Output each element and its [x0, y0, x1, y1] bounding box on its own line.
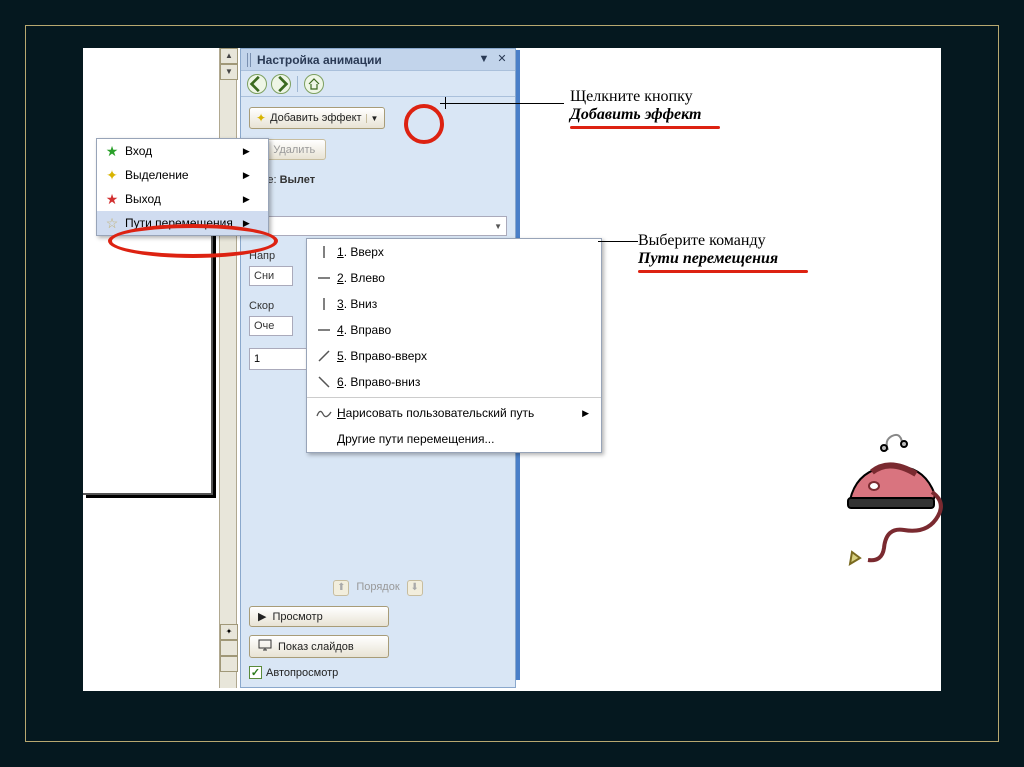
autopreview-label: Автопросмотр — [266, 667, 338, 679]
slideshow-button[interactable]: Показ слайдов — [249, 635, 389, 658]
add-effect-menu: ★ Вход ▶ ✦ Выделение ▶ ★ Выход ▶ ☆ Пути … — [96, 138, 269, 236]
begin-label: ло: — [249, 200, 507, 212]
menu-item-label: Вход — [123, 144, 233, 158]
menu-item-emphasis[interactable]: ✦ Выделение ▶ — [97, 163, 268, 187]
change-label: ение: Вылет — [249, 174, 507, 186]
preview-label: Просмотр — [272, 611, 322, 623]
submenu-item-right[interactable]: 4. Вправо — [307, 317, 601, 343]
path-left-icon — [311, 272, 337, 284]
star-green-icon: ★ — [101, 143, 123, 160]
submenu-arrow-icon: ▶ — [582, 408, 589, 419]
submenu-item-custom-path[interactable]: Нарисовать пользовательский путь ▶ — [307, 400, 601, 426]
star-icon: ✦ — [256, 111, 266, 125]
prev-slide-button[interactable]: ✦ — [220, 624, 238, 640]
star-yellow-icon: ✦ — [101, 167, 123, 184]
seq-number: 1 — [254, 353, 260, 365]
menu-item-label: Выделение — [123, 168, 233, 182]
menu-item-label: Выход — [123, 192, 233, 206]
add-effect-label: Добавить эффект — [270, 112, 361, 124]
submenu-label: 6. Вправо-вниз — [337, 375, 420, 389]
submenu-item-down[interactable]: 3. Вниз — [307, 291, 601, 317]
menu-item-motion-paths[interactable]: ☆ Пути перемещения ▶ — [97, 211, 268, 235]
motion-paths-submenu: 1. Вверх 2. Влево 3. Вниз 4. Вправо 5. В… — [306, 238, 602, 453]
pane-close-button[interactable]: ✕ — [495, 53, 509, 67]
submenu-item-more-paths[interactable]: Другие пути перемещения... — [307, 426, 601, 452]
nav-button[interactable] — [220, 656, 238, 672]
grip-icon — [247, 53, 253, 67]
star-red-icon: ★ — [101, 191, 123, 208]
order-label: Порядок — [356, 581, 399, 593]
submenu-item-up-right[interactable]: 5. Вправо-вверх — [307, 343, 601, 369]
path-down-icon — [311, 296, 337, 312]
path-right-icon — [311, 324, 337, 336]
callout-add-effect: Щелкните кнопку Добавить эффект — [570, 88, 770, 129]
delete-label: Удалить — [273, 144, 315, 156]
scroll-down-button[interactable]: ▼ — [220, 64, 238, 80]
pane-title: Настройка анимации — [257, 53, 473, 67]
star-outline-icon: ☆ — [101, 215, 123, 232]
checkbox-icon: ✓ — [249, 666, 262, 679]
play-icon: ▶ — [258, 610, 266, 623]
nav-back-button[interactable] — [247, 74, 267, 94]
move-up-button[interactable]: ⬆ — [333, 580, 349, 596]
scroll-up-button[interactable]: ▲ — [220, 48, 238, 64]
submenu-item-left[interactable]: 2. Влево — [307, 265, 601, 291]
pane-header: Настройка анимации ▼ ✕ — [241, 49, 515, 71]
move-down-button[interactable]: ⬇ — [407, 580, 423, 596]
submenu-arrow-icon: ▶ — [243, 146, 250, 157]
screen-icon — [258, 639, 272, 654]
menu-item-exit[interactable]: ★ Выход ▶ — [97, 187, 268, 211]
add-effect-button[interactable]: ✦ Добавить эффект ▼ — [249, 107, 385, 129]
slide-thumbnail-edge — [83, 205, 213, 495]
autopreview-checkbox[interactable]: ✓ Автопросмотр — [249, 666, 507, 679]
submenu-label: Нарисовать пользовательский путь — [337, 406, 534, 420]
pane-menu-dropdown[interactable]: ▼ — [477, 53, 491, 67]
scribble-icon — [311, 406, 337, 420]
callout-tick — [445, 97, 446, 109]
slideshow-label: Показ слайдов — [278, 641, 354, 653]
submenu-arrow-icon: ▶ — [243, 218, 250, 229]
nav-forward-button[interactable] — [271, 74, 291, 94]
path-diag-down-icon — [311, 375, 337, 389]
preview-button[interactable]: ▶ Просмотр — [249, 606, 389, 627]
dropdown-arrow-icon: ▼ — [366, 114, 379, 123]
menu-item-label: Пути перемещения — [123, 216, 233, 230]
submenu-item-up[interactable]: 1. Вверх — [307, 239, 601, 265]
nav-home-button[interactable] — [304, 74, 324, 94]
submenu-label: 2. Влево — [337, 271, 385, 285]
submenu-label: 1. Вверх — [337, 245, 384, 259]
begin-combo[interactable]: ▼ — [249, 216, 507, 236]
submenu-label: 4. Вправо — [337, 323, 391, 337]
iron-clipart — [820, 430, 950, 570]
callout-motion-paths: Выберите команду Пути перемещения — [638, 232, 858, 273]
speed-combo[interactable]: Оче — [249, 316, 293, 336]
submenu-arrow-icon: ▶ — [243, 170, 250, 181]
callout-line — [440, 103, 564, 104]
menu-item-entrance[interactable]: ★ Вход ▶ — [97, 139, 268, 163]
submenu-label: 3. Вниз — [337, 297, 377, 311]
callout-line — [598, 241, 638, 242]
submenu-label: Другие пути перемещения... — [337, 432, 494, 446]
path-diag-up-icon — [311, 349, 337, 363]
order-controls: ⬆ Порядок ⬇ — [249, 580, 507, 596]
direction-combo[interactable]: Сни — [249, 266, 293, 286]
pane-nav — [241, 71, 515, 97]
submenu-arrow-icon: ▶ — [243, 194, 250, 205]
path-up-icon — [311, 244, 337, 260]
submenu-label: 5. Вправо-вверх — [337, 349, 427, 363]
pane-footer: ⬆ Порядок ⬇ ▶ Просмотр Показ слайдов ✓ А… — [249, 580, 507, 679]
nav-button[interactable] — [220, 640, 238, 656]
submenu-item-down-right[interactable]: 6. Вправо-вниз — [307, 369, 601, 395]
